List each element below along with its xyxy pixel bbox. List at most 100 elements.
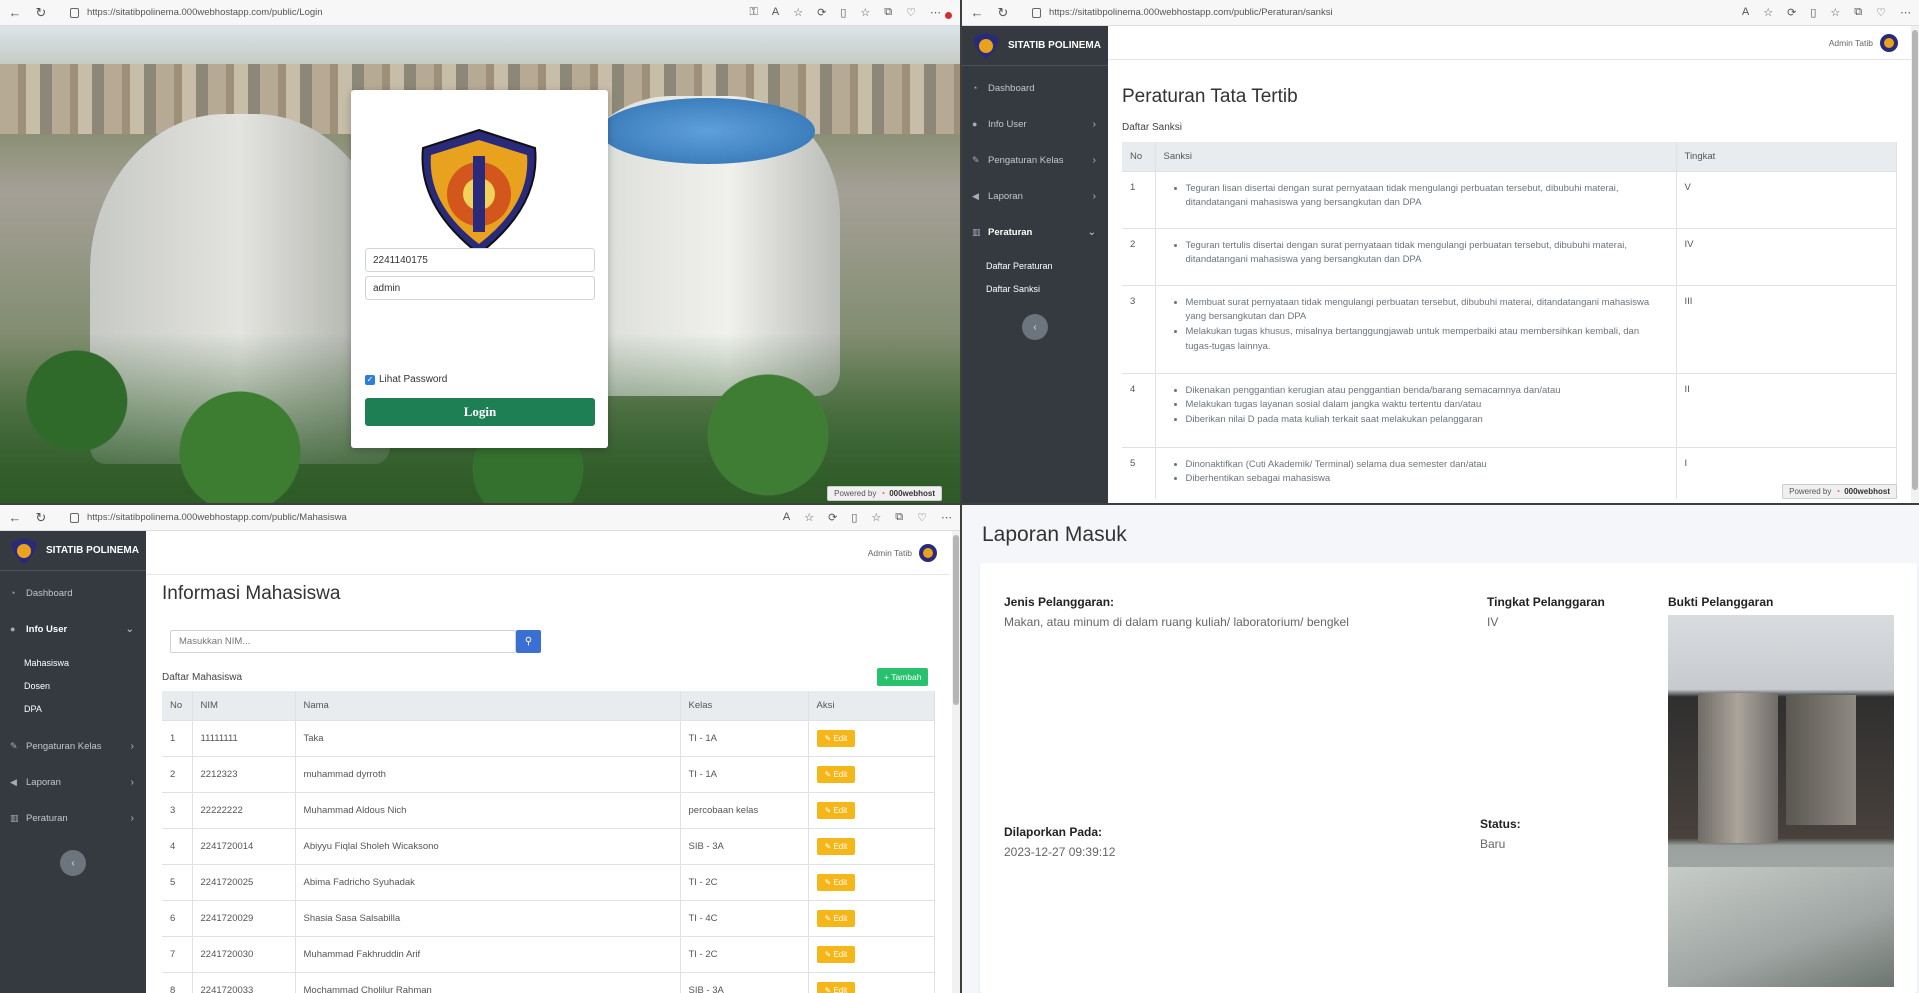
sidebar-collapse-button[interactable]: ‹ bbox=[1022, 314, 1048, 340]
back-icon[interactable]: ← bbox=[970, 5, 984, 20]
split-icon[interactable]: ▯ bbox=[840, 6, 846, 19]
admin-name[interactable]: Admin Tatib bbox=[868, 548, 912, 558]
table-row: 4 Dikenakan penggantian kerugian atau pen… bbox=[1122, 372, 1897, 447]
back-icon[interactable]: ← bbox=[8, 5, 22, 20]
read-aloud-icon[interactable]: A bbox=[1742, 6, 1749, 19]
back-icon[interactable]: ← bbox=[8, 510, 22, 525]
login-button[interactable]: Login bbox=[365, 398, 595, 426]
sidebar-item-laporan[interactable]: ◀ Laporan › bbox=[962, 178, 1108, 214]
sidebar-brand[interactable]: SITATIB POLINEMA bbox=[962, 26, 1108, 66]
scrollbar[interactable] bbox=[952, 531, 960, 993]
menu-icon[interactable]: ⋯ bbox=[941, 511, 952, 524]
edit-button[interactable]: ✎ Edit bbox=[816, 945, 856, 963]
evidence-photo[interactable] bbox=[1668, 615, 1894, 987]
sidebar-item-info-user[interactable]: ● Info User ⌄ bbox=[0, 611, 146, 647]
edit-button[interactable]: ✎ Edit bbox=[816, 909, 856, 927]
sidebar-subitem-dosen[interactable]: Dosen bbox=[0, 674, 146, 697]
peraturan-window: ← ↻ https://sitatibpolinema.000webhostap… bbox=[962, 0, 1919, 503]
refresh-icon[interactable]: ↻ bbox=[34, 510, 48, 526]
bullhorn-icon: ◀ bbox=[972, 190, 979, 201]
search-input[interactable] bbox=[170, 630, 516, 653]
powered-by-badge[interactable]: Powered by ◔ 000webhost bbox=[827, 486, 942, 501]
sidebar-brand[interactable]: SITATIB POLINEMA bbox=[0, 531, 146, 571]
table-row: 6 2241720029 Shasia Sasa Salsabilla TI - 4C… bbox=[162, 899, 935, 936]
sidebar-subitem-mahasiswa[interactable]: Mahasiswa bbox=[0, 651, 146, 674]
shield-icon[interactable]: ♡ bbox=[1876, 6, 1886, 19]
sidebar-item-dashboard[interactable]: ◔ Dashboard bbox=[0, 575, 146, 611]
webhost-logo-icon: ◔ bbox=[880, 489, 886, 498]
split-icon[interactable]: ▯ bbox=[1810, 6, 1816, 19]
browser-tools: A ☆ ⟳ ▯ ☆ ⧉ ♡ ⋯ bbox=[1742, 6, 1911, 19]
cell-sanksi: Dinonaktifkan (Cuti Akademik/ Terminal) … bbox=[1155, 446, 1677, 499]
chevron-right-icon: › bbox=[1092, 154, 1096, 166]
sidebar-item-dashboard[interactable]: ◔ Dashboard bbox=[962, 70, 1108, 106]
favorites-bar-icon[interactable]: ☆ bbox=[871, 511, 881, 524]
refresh-icon[interactable]: ↻ bbox=[34, 5, 48, 21]
password-input[interactable] bbox=[365, 276, 595, 300]
powered-by-badge[interactable]: Powered by ◔ 000webhost bbox=[1782, 484, 1897, 499]
sidebar-item-pengaturan-kelas[interactable]: ✎ Pengaturan Kelas › bbox=[0, 728, 146, 764]
sidebar-item-pengaturan-kelas[interactable]: ✎ Pengaturan Kelas › bbox=[962, 142, 1108, 178]
key-icon[interactable]: ⚿ bbox=[750, 6, 758, 19]
username-input[interactable] bbox=[365, 248, 595, 272]
read-aloud-icon[interactable]: A bbox=[783, 511, 790, 524]
read-aloud-icon[interactable]: A bbox=[772, 6, 779, 19]
cell-no: 5 bbox=[162, 863, 193, 900]
sidebar-subitem-daftar-sanksi[interactable]: Daftar Sanksi bbox=[962, 277, 1108, 300]
shield-icon[interactable]: ♡ bbox=[917, 511, 927, 524]
sidebar-item-laporan[interactable]: ◀ Laporan › bbox=[0, 764, 146, 800]
sidebar-item-peraturan[interactable]: ▥ Peraturan ⌄ bbox=[962, 214, 1108, 250]
table-row: 3 22222222 Muhammad Aldous Nich percobaan k… bbox=[162, 791, 935, 828]
browser-toolbar: ← ↻ https://sitatibpolinema.000webhostap… bbox=[0, 505, 960, 531]
address-bar[interactable]: https://sitatibpolinema.000webhostapp.co… bbox=[60, 512, 771, 523]
sidebar-subitem-dpa[interactable]: DPA bbox=[0, 697, 146, 720]
list-item: Dikenakan penggantian kerugian atau peng… bbox=[1186, 384, 1668, 399]
admin-name[interactable]: Admin Tatib bbox=[1829, 38, 1873, 48]
avatar[interactable] bbox=[1879, 33, 1899, 53]
checkbox-checked-icon[interactable]: ✓ bbox=[365, 374, 375, 385]
edit-button[interactable]: ✎ Edit bbox=[816, 801, 856, 819]
collections-icon[interactable]: ⧉ bbox=[895, 511, 903, 524]
sidebar-item-info-user[interactable]: ● Info User › bbox=[962, 106, 1108, 142]
cell-nama: Shasia Sasa Salsabilla bbox=[295, 899, 681, 936]
edit-button[interactable]: ✎ Edit bbox=[816, 729, 856, 747]
sidebar-collapse-button[interactable]: ‹ bbox=[60, 850, 86, 876]
extensions-icon[interactable]: ⟳ bbox=[1787, 6, 1796, 19]
show-password-checkbox[interactable]: ✓ Lihat Password bbox=[365, 374, 447, 385]
table-row: 1 11111111 Taka TI - 1A ✎ Edit bbox=[162, 719, 935, 756]
avatar[interactable] bbox=[918, 543, 938, 563]
favorites-bar-icon[interactable]: ☆ bbox=[1830, 6, 1840, 19]
favorite-icon[interactable]: ☆ bbox=[1763, 6, 1773, 19]
edit-button[interactable]: ✎ Edit bbox=[816, 837, 856, 855]
menu-icon[interactable]: ⋯ bbox=[1900, 6, 1911, 19]
pencil-icon: ✎ bbox=[824, 949, 832, 959]
sidebar: SITATIB POLINEMA ◔ Dashboard ● Info User › … bbox=[962, 26, 1108, 503]
cell-nama: Muhammad Fakhruddin Arif bbox=[295, 935, 681, 972]
wrench-icon: ✎ bbox=[10, 740, 18, 751]
collections-icon[interactable]: ⧉ bbox=[884, 6, 892, 19]
refresh-icon[interactable]: ↻ bbox=[996, 5, 1010, 21]
shield-icon[interactable]: ♡ bbox=[906, 6, 916, 19]
edit-button[interactable]: ✎ Edit bbox=[816, 873, 856, 891]
search-button[interactable]: ⚲ bbox=[516, 630, 541, 653]
favorite-icon[interactable]: ☆ bbox=[804, 511, 814, 524]
add-user-button[interactable]: + Tambah bbox=[877, 668, 929, 686]
pencil-icon: ✎ bbox=[824, 805, 832, 815]
split-icon[interactable]: ▯ bbox=[851, 511, 857, 524]
sidebar-item-peraturan[interactable]: ▥ Peraturan › bbox=[0, 800, 146, 836]
scrollbar[interactable] bbox=[1911, 26, 1919, 503]
table-row: 4 2241720014 Abiyyu Fiqlal Sholeh Wicakson… bbox=[162, 827, 935, 864]
favorites-bar-icon[interactable]: ☆ bbox=[860, 6, 870, 19]
extensions-icon[interactable]: ⟳ bbox=[817, 6, 826, 19]
extensions-icon[interactable]: ⟳ bbox=[828, 511, 837, 524]
address-bar[interactable]: https://sitatibpolinema.000webhostapp.co… bbox=[60, 7, 738, 18]
menu-icon[interactable]: ⋯ bbox=[930, 6, 941, 19]
sidebar-subitem-daftar-peraturan[interactable]: Daftar Peraturan bbox=[962, 254, 1108, 277]
list-item: Teguran lisan disertai dengan surat pern… bbox=[1186, 182, 1668, 211]
edit-button[interactable]: ✎ Edit bbox=[816, 981, 856, 993]
favorite-icon[interactable]: ☆ bbox=[793, 6, 803, 19]
edit-button[interactable]: ✎ Edit bbox=[816, 765, 856, 783]
cell-nama: muhammad dyrroth bbox=[295, 755, 681, 792]
collections-icon[interactable]: ⧉ bbox=[1854, 6, 1862, 19]
address-bar[interactable]: https://sitatibpolinema.000webhostapp.co… bbox=[1022, 7, 1730, 18]
